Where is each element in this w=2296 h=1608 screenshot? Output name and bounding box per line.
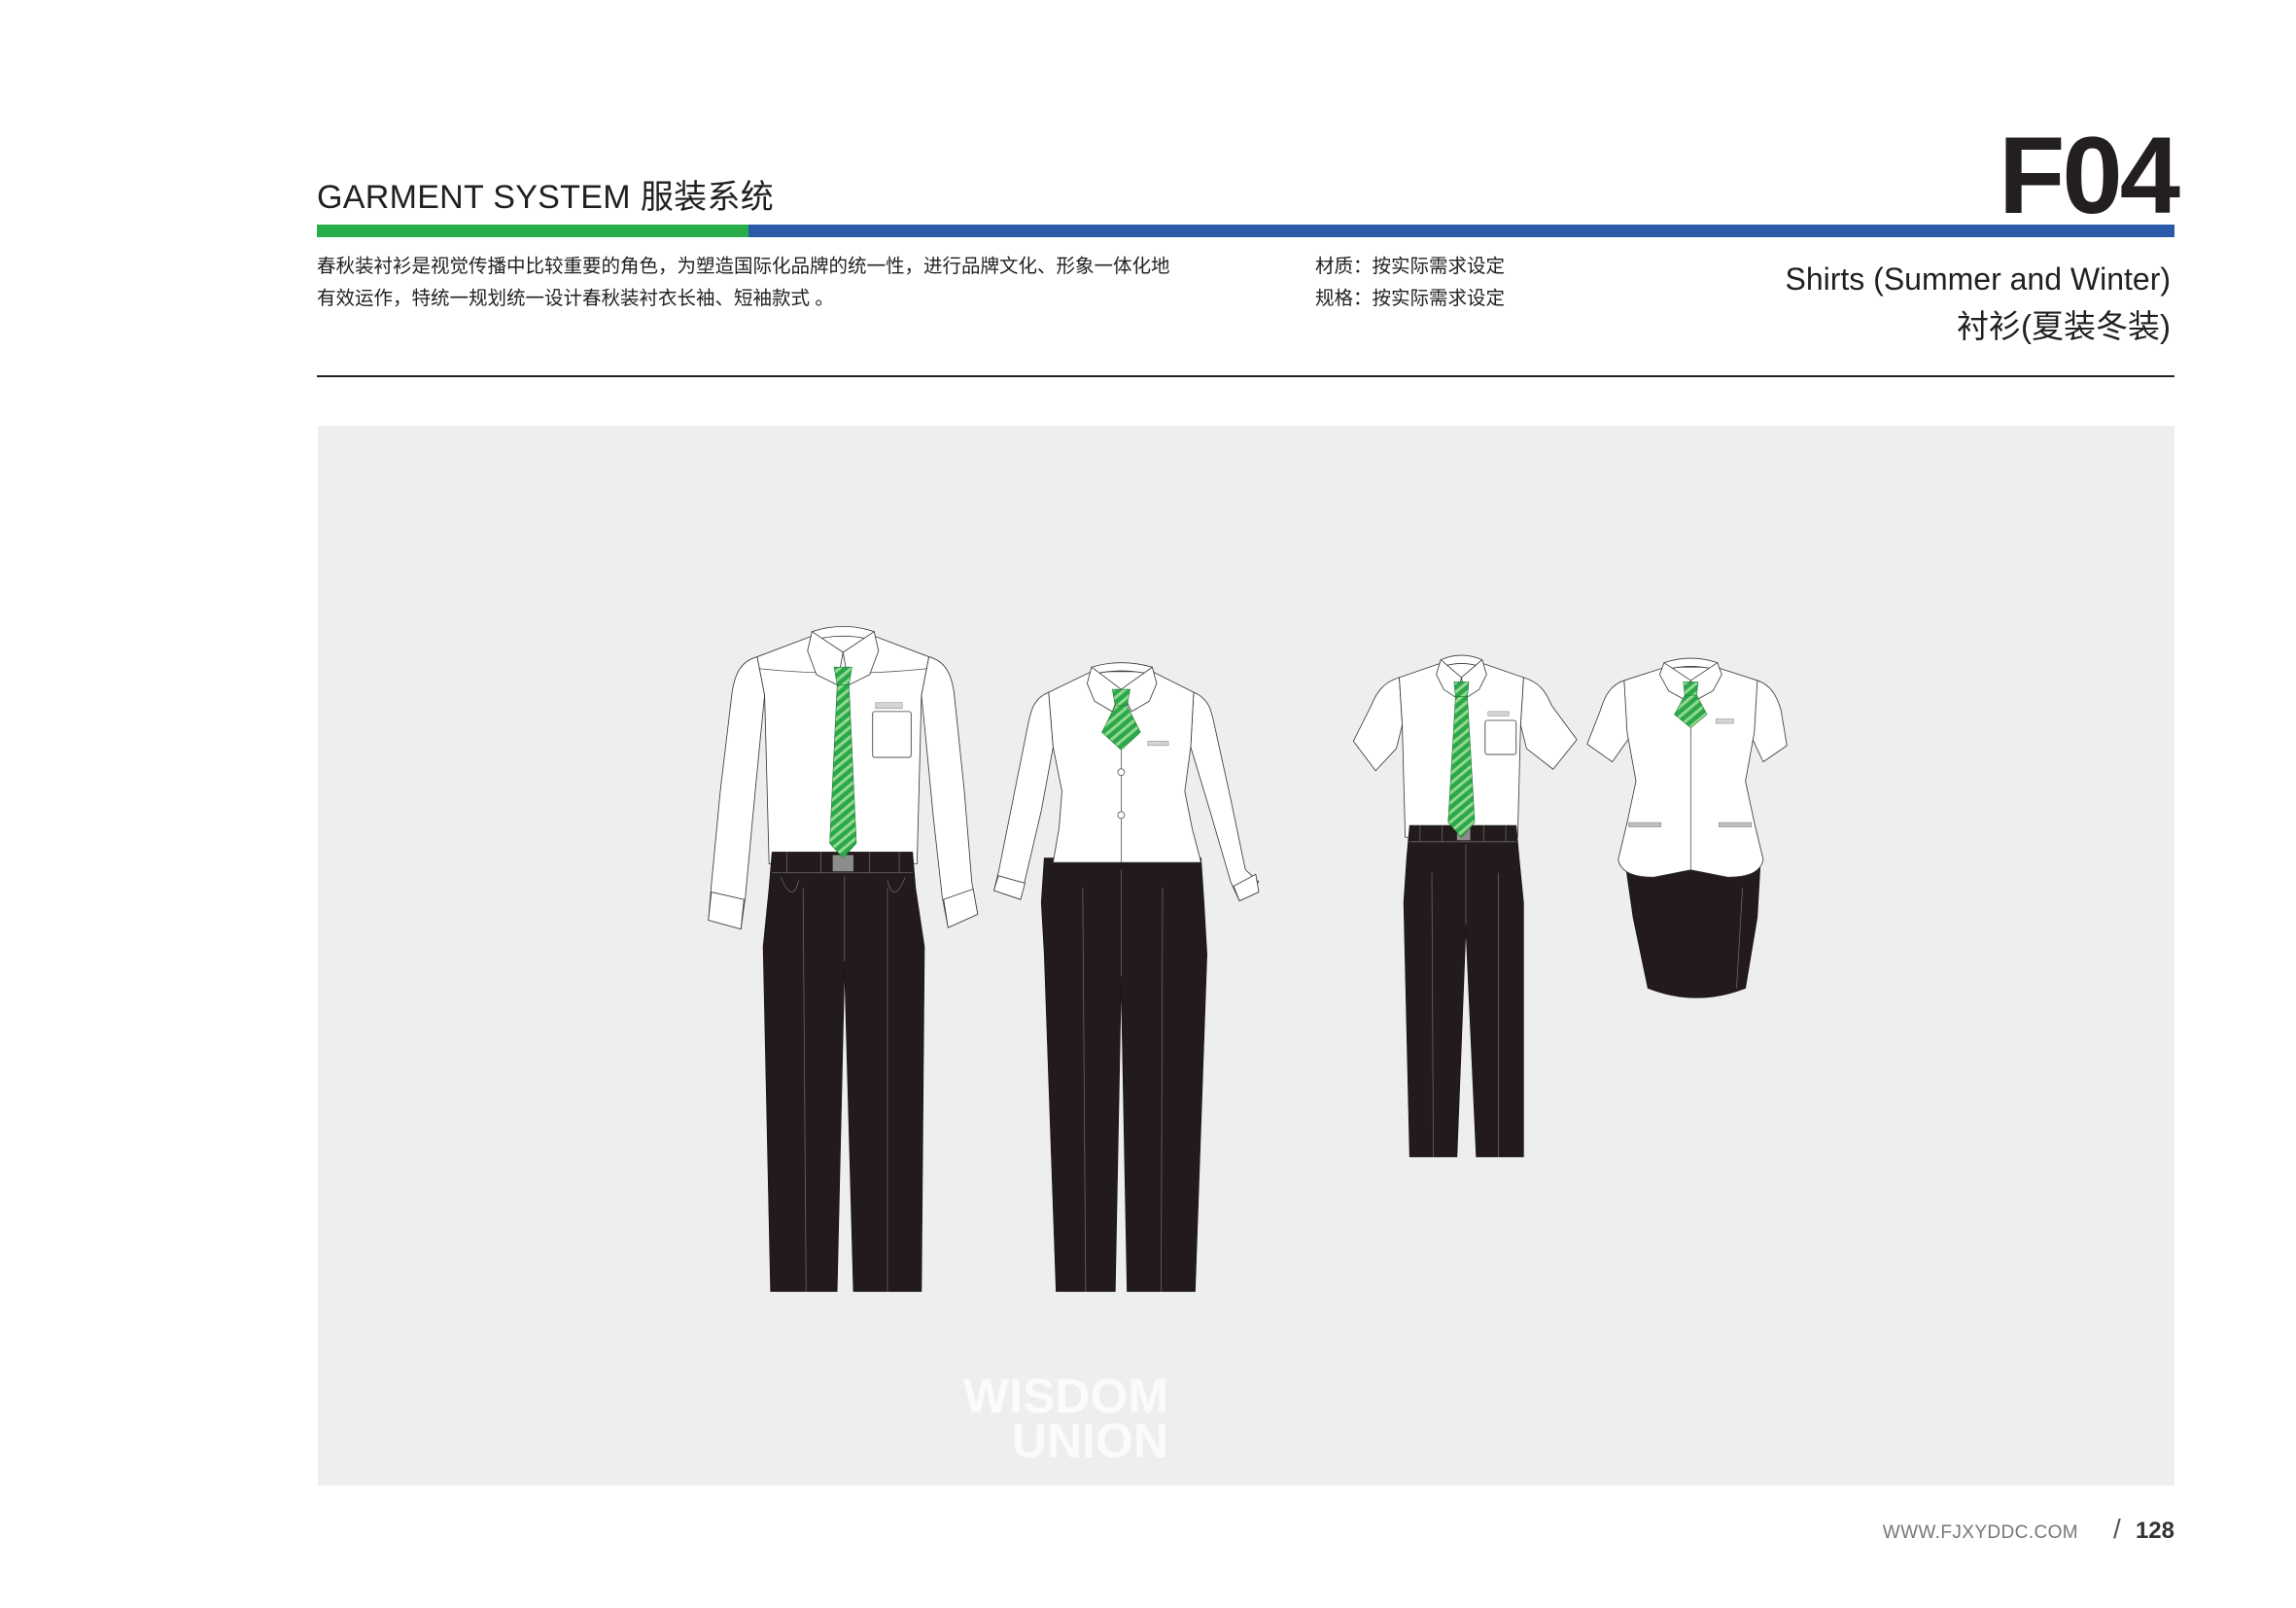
section-title: GARMENT SYSTEM 服装系统 (317, 181, 774, 214)
footer-separator: / (2113, 1514, 2121, 1544)
shirt-button (1117, 811, 1126, 820)
left-sleeve (1586, 680, 1631, 763)
name-badge (1487, 711, 1510, 717)
left-sleeve (1352, 677, 1403, 772)
tie-knot (1453, 682, 1470, 697)
page: { "header": { "title_en": "GARMENT SYSTE… (0, 0, 2296, 1608)
chest-pocket (872, 711, 912, 758)
page-number: 128 (2135, 1518, 2174, 1544)
tie-knot (833, 666, 852, 685)
right-sleeve (1519, 677, 1578, 770)
uniform-figure-2 (993, 662, 1260, 1292)
pocket-flap-left (1628, 821, 1662, 827)
name-badge (1715, 718, 1734, 724)
trousers (1403, 824, 1524, 1158)
name-badge (1147, 741, 1169, 747)
cravat-knot (1683, 682, 1699, 696)
garment-illustration (708, 626, 1788, 1292)
left-sleeve (708, 656, 766, 930)
header-divider (317, 375, 2174, 377)
shirt-button (1117, 768, 1126, 777)
intro-line-2: 有效运作，特统一规划统一设计春秋装衬衣长袖、短袖款式 。 (317, 288, 834, 309)
chest-pocket (1484, 719, 1517, 755)
spec-size: 规格：按实际需求设定 (1315, 288, 1506, 309)
cravat-knot (1111, 688, 1131, 707)
footer-website: WWW.FJXYDDC.COM (1882, 1522, 2078, 1543)
section-code: F04 (1999, 115, 2180, 236)
uniform-figure-4 (1586, 657, 1788, 998)
trousers (762, 852, 925, 1292)
trousers (1040, 857, 1207, 1292)
name-badge (875, 702, 903, 710)
spec-material: 材质：按实际需求设定 (1315, 256, 1506, 277)
right-sleeve (921, 656, 979, 928)
pocket-flap-right (1719, 821, 1752, 827)
illustration-panel (318, 426, 2174, 1486)
accent-bar-blue (748, 225, 2174, 237)
section-title-en: GARMENT SYSTEM (317, 179, 631, 216)
accent-bar-green (317, 225, 748, 237)
uniform-figure-1 (708, 626, 979, 1292)
uniform-figure-3 (1352, 654, 1578, 1158)
watermark-line-2: UNION (1011, 1414, 1168, 1468)
intro-line-1: 春秋装衬衫是视觉传播中比较重要的角色，为塑造国际化品牌的统一性，进行品牌文化、形… (317, 256, 1170, 277)
page-title-cn: 衬衫(夏装冬装) (1957, 308, 2171, 344)
section-title-cn: 服装系统 (640, 179, 775, 216)
page-title-en: Shirts (Summer and Winter) (1785, 262, 2171, 297)
